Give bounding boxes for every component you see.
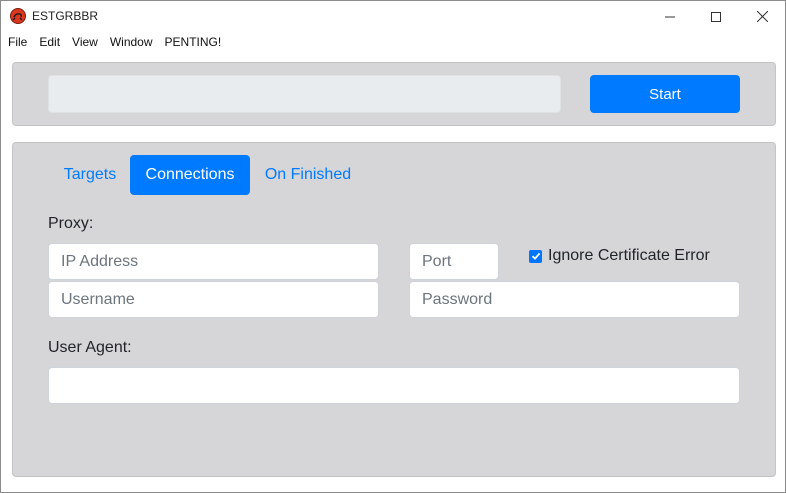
title-bar[interactable]: ESTGRBBR [1,1,785,32]
ignore-cert-label: Ignore Certificate Error [548,247,710,264]
user-agent-label: User Agent: [48,339,132,356]
window-title: ESTGRBBR [32,9,99,23]
menu-edit[interactable]: Edit [33,32,66,52]
menu-file[interactable]: File [1,32,33,52]
app-logo-icon [10,8,26,24]
tab-on-finished[interactable]: On Finished [253,155,363,195]
menu-penting[interactable]: PENTING! [159,32,228,52]
user-agent-field[interactable] [48,367,740,404]
maximize-icon [711,11,721,22]
top-panel: Start [12,62,776,126]
tab-connections[interactable]: Connections [130,155,250,195]
username-field[interactable]: Username [48,281,379,318]
checkmark-icon[interactable] [529,249,542,263]
minimize-button[interactable] [647,1,693,32]
ip-address-field[interactable]: IP Address [48,243,379,280]
ignore-cert-checkbox[interactable]: Ignore Certificate Error [529,247,710,265]
settings-panel: Targets Connections On Finished Proxy: I… [12,142,776,477]
menu-bar: File Edit View Window PENTING! [1,32,785,52]
minimize-icon [665,16,675,17]
app-window: ESTGRBBR File Edit View Window PENTING! … [0,0,786,493]
close-button[interactable] [739,1,785,32]
target-url-input[interactable] [48,75,561,113]
close-icon [756,11,768,22]
menu-window[interactable]: Window [104,32,159,52]
tab-targets[interactable]: Targets [51,155,129,195]
proxy-label: Proxy: [48,215,94,232]
port-field[interactable]: Port [409,243,499,280]
start-button[interactable]: Start [590,75,740,113]
password-field[interactable]: Password [409,281,740,318]
menu-view[interactable]: View [66,32,104,52]
maximize-button[interactable] [693,1,739,32]
